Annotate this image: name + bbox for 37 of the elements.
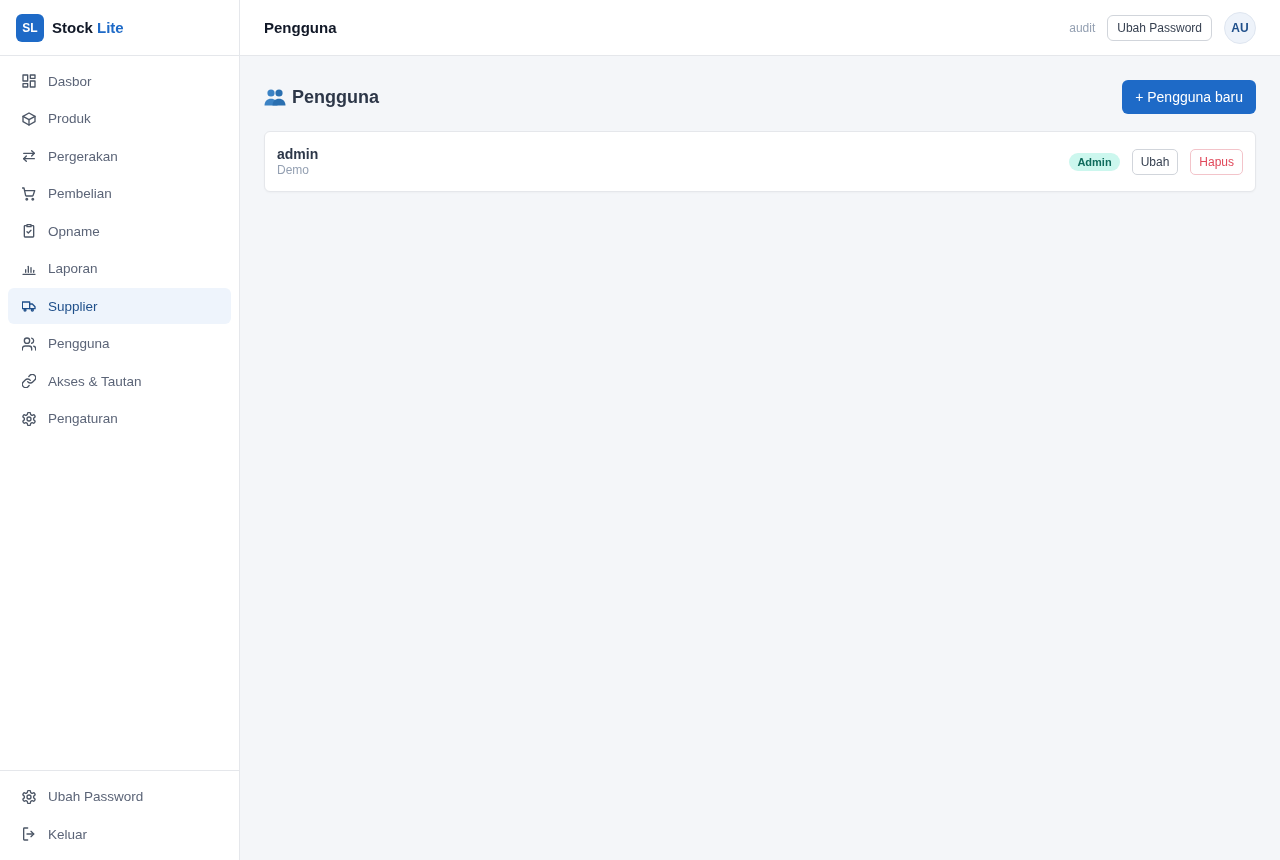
- dashboard-icon: [22, 74, 36, 88]
- user-name: admin: [277, 146, 319, 162]
- logo-mark: SL: [16, 13, 44, 42]
- clipboard-check-icon: [22, 224, 36, 238]
- sidebar-item[interactable]: Pergerakan: [8, 138, 231, 174]
- sidebar-item[interactable]: Keluar: [8, 816, 231, 852]
- sidebar-item[interactable]: Produk: [8, 100, 231, 137]
- sidebar-item[interactable]: Supplier: [8, 288, 231, 324]
- link-icon: [22, 374, 36, 388]
- edit-button[interactable]: Ubah: [1131, 148, 1179, 175]
- cart-icon: [22, 186, 36, 201]
- page-title: Pengguna: [264, 19, 337, 36]
- sidebar-item[interactable]: Pengguna: [8, 325, 231, 362]
- sidebar-item[interactable]: Dasbor: [8, 63, 231, 99]
- page-heading: Pengguna: [292, 86, 379, 108]
- arrows-icon: [22, 149, 36, 163]
- sidebar-item[interactable]: Ubah Password: [8, 778, 231, 815]
- sidebar-item[interactable]: Pengaturan: [8, 400, 231, 437]
- app-name: Stock Lite: [52, 19, 124, 36]
- user-role: audit: [1069, 20, 1096, 35]
- settings-icon: [22, 411, 36, 426]
- sidebar-item[interactable]: Akses & Tautan: [8, 363, 231, 399]
- truck-icon: [22, 299, 36, 313]
- sidebar-item[interactable]: Laporan: [8, 250, 231, 287]
- avatar[interactable]: AU: [1224, 11, 1256, 44]
- user-subtitle: Demo: [277, 163, 310, 177]
- change-password-button[interactable]: Ubah Password: [1107, 14, 1212, 41]
- delete-button[interactable]: Hapus: [1190, 148, 1243, 175]
- sidebar-item[interactable]: Pembelian: [8, 175, 231, 212]
- new-user-button[interactable]: + Pengguna baru: [1122, 80, 1256, 114]
- settings-icon: [22, 789, 36, 804]
- logout-icon: [22, 827, 36, 841]
- sidebar-item[interactable]: Opname: [8, 213, 231, 249]
- role-badge: Admin: [1069, 152, 1120, 171]
- users-icon: [22, 336, 36, 351]
- users-icon: [264, 88, 286, 106]
- cube-icon: [22, 111, 36, 126]
